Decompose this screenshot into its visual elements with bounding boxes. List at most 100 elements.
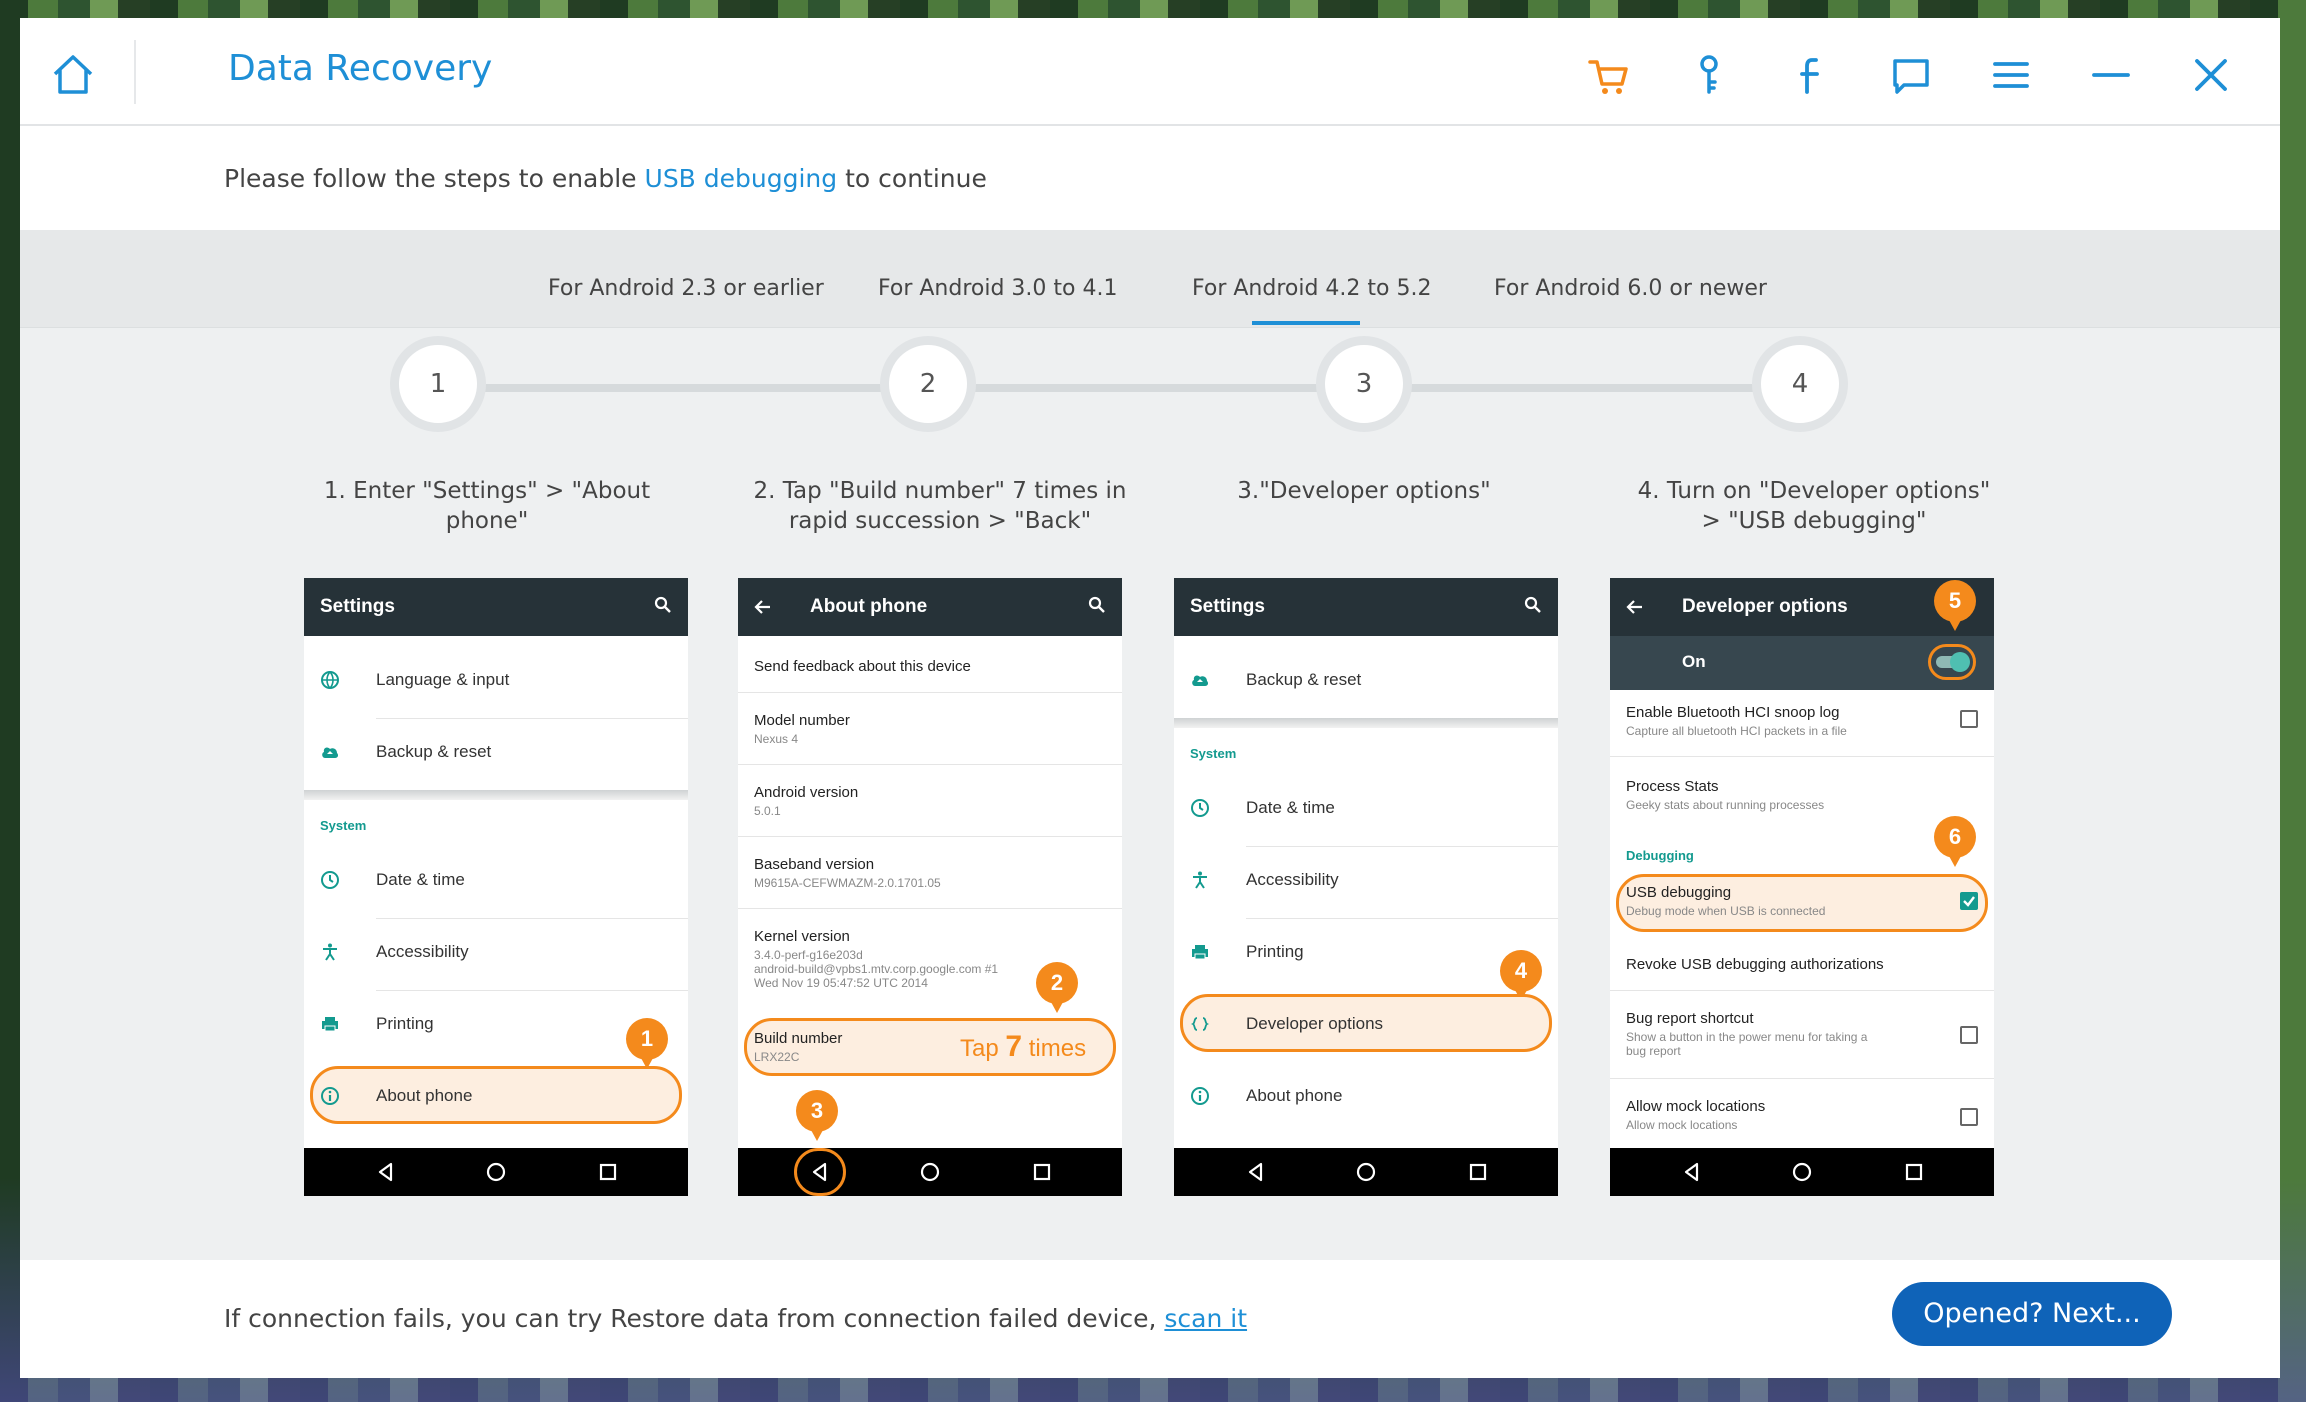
title-separator (134, 40, 136, 104)
row-divider (738, 836, 1122, 837)
cart-icon[interactable] (1586, 52, 1632, 98)
row-divider (1610, 1078, 1994, 1079)
row-label: Bug report shortcut (1626, 1010, 1754, 1027)
globe-icon (321, 671, 339, 690)
phone-toolbar: About phone (738, 578, 1122, 636)
row-value: 5.0.1 (754, 804, 781, 818)
usb-debugging-checkbox (1960, 892, 1978, 910)
step-badge-6: 6 (1934, 816, 1976, 867)
back-nav-icon (812, 1162, 827, 1182)
tap-suffix: times (1022, 1035, 1087, 1062)
info-icon (321, 1087, 339, 1105)
row-divider (1246, 846, 1558, 847)
key-icon[interactable] (1686, 52, 1732, 98)
tab-android-6-0[interactable]: For Android 6.0 or newer (1494, 276, 1767, 301)
dev-row-revoke: Revoke USB debugging authorizations (1626, 956, 1986, 973)
dev-row-process-stats: Process Stats Geeky stats about running p… (1626, 778, 1986, 812)
row-label: Process Stats (1626, 778, 1719, 795)
cloud-upload-icon (322, 747, 339, 758)
back-arrow-icon (754, 600, 770, 614)
minimize-icon[interactable] (2088, 52, 2134, 98)
recents-nav-icon (1905, 1163, 1923, 1181)
row-divider (738, 764, 1122, 765)
phone-title: About phone (810, 596, 928, 617)
title-bar: Data Recovery (20, 18, 2280, 126)
row-label: Developer options (1246, 1014, 1384, 1033)
bluetooth-checkbox (1960, 710, 1978, 728)
active-tab-indicator (1252, 321, 1360, 325)
row-label: Backup & reset (1246, 670, 1362, 689)
facebook-icon[interactable] (1788, 52, 1834, 98)
home-icon[interactable] (50, 52, 96, 96)
dev-row-usb-debugging: USB debugging Debug mode when USB is conn… (1626, 884, 1986, 918)
android-version-tabs: For Android 2.3 or earlier For Android 3… (20, 230, 2280, 328)
opened-next-button[interactable]: Opened? Next... (1892, 1282, 2172, 1346)
menu-icon[interactable] (1988, 52, 2034, 98)
row-value: M9615A-CEFWMAZM-2.0.1701.05 (754, 876, 941, 890)
section-header-debugging: Debugging (1626, 848, 1694, 863)
tab-android-4-2[interactable]: For Android 4.2 to 5.2 (1192, 276, 1431, 301)
step-badge-3: 3 (796, 1090, 838, 1141)
search-icon (1088, 596, 1105, 613)
about-row-baseband: Baseband version M9615A-CEFWMAZM-2.0.1701… (754, 856, 1114, 890)
row-label: Date & time (376, 870, 465, 889)
row-divider (738, 908, 1122, 909)
row-label: USB debugging (1626, 884, 1732, 901)
row-label: Model number (754, 712, 850, 729)
footer-message: If connection fails, you can try Restore… (224, 1304, 1165, 1333)
highlight-about-phone (310, 1066, 682, 1124)
scan-it-link[interactable]: scan it (1164, 1304, 1247, 1333)
row-desc: Allow mock locations (1626, 1118, 1738, 1132)
printer-icon (1192, 945, 1208, 960)
row-label: Revoke USB debugging authorizations (1626, 956, 1884, 973)
phone-screenshot-developer-options: Developer options On 5 Enable Bluetooth … (1610, 578, 1994, 1196)
row-label: Send feedback about this device (754, 658, 971, 675)
toggle-thumb (1950, 652, 1970, 672)
accessibility-icon (1193, 871, 1207, 889)
step-caption-1: 1. Enter "Settings" > "About phone" (323, 478, 651, 534)
step-circle-3: 3 (1316, 336, 1412, 432)
row-label: Printing (1246, 942, 1304, 961)
android-nav-bar (738, 1148, 1122, 1196)
tap-prefix: Tap (960, 1035, 1006, 1062)
section-header-system: System (320, 818, 367, 833)
usb-debugging-link[interactable]: USB debugging (645, 164, 838, 193)
printer-icon (322, 1017, 338, 1032)
master-switch-bar: On (1610, 636, 1994, 690)
row-label: Language & input (376, 670, 510, 689)
row-label: Printing (376, 1014, 434, 1033)
step-circle-2: 2 (880, 336, 976, 432)
tab-android-2-3[interactable]: For Android 2.3 or earlier (548, 276, 824, 301)
row-divider (376, 718, 688, 719)
row-label: Android version (754, 784, 859, 801)
tab-android-3-0[interactable]: For Android 3.0 to 4.1 (878, 276, 1117, 301)
about-row-feedback: Send feedback about this device (754, 658, 1114, 675)
step-badge-2: 2 (1036, 962, 1078, 1013)
row-desc: Geeky stats about running processes (1626, 798, 1825, 812)
step-circle-4: 4 (1752, 336, 1848, 432)
instruction-prefix: Please follow the steps to enable (224, 164, 645, 193)
row-divider (1246, 918, 1558, 919)
step-badge-4: 4 (1500, 950, 1542, 1001)
code-braces-icon (1190, 1017, 1210, 1031)
phone-screenshot-settings: Settings Language & input Backup & reset… (304, 578, 688, 1196)
close-icon[interactable] (2188, 52, 2234, 98)
home-nav-icon (1792, 1162, 1812, 1182)
feedback-icon[interactable] (1888, 52, 1934, 98)
row-label: Enable Bluetooth HCI snoop log (1626, 704, 1840, 721)
master-switch-label: On (1682, 652, 1706, 671)
android-nav-bar (304, 1148, 688, 1196)
row-divider (1610, 990, 1994, 991)
home-nav-icon (1356, 1162, 1376, 1182)
accessibility-icon (323, 943, 337, 961)
section-shadow (1174, 718, 1558, 728)
phone-title: Settings (320, 596, 395, 617)
phone-toolbar: Settings (1174, 578, 1558, 636)
row-label: Accessibility (376, 942, 469, 961)
android-nav-bar (1174, 1148, 1558, 1196)
row-label: Baseband version (754, 856, 875, 873)
step-progress-line (470, 384, 1810, 392)
section-shadow (304, 790, 688, 800)
tap-count: 7 (1005, 1030, 1023, 1063)
back-nav-icon (378, 1162, 393, 1182)
